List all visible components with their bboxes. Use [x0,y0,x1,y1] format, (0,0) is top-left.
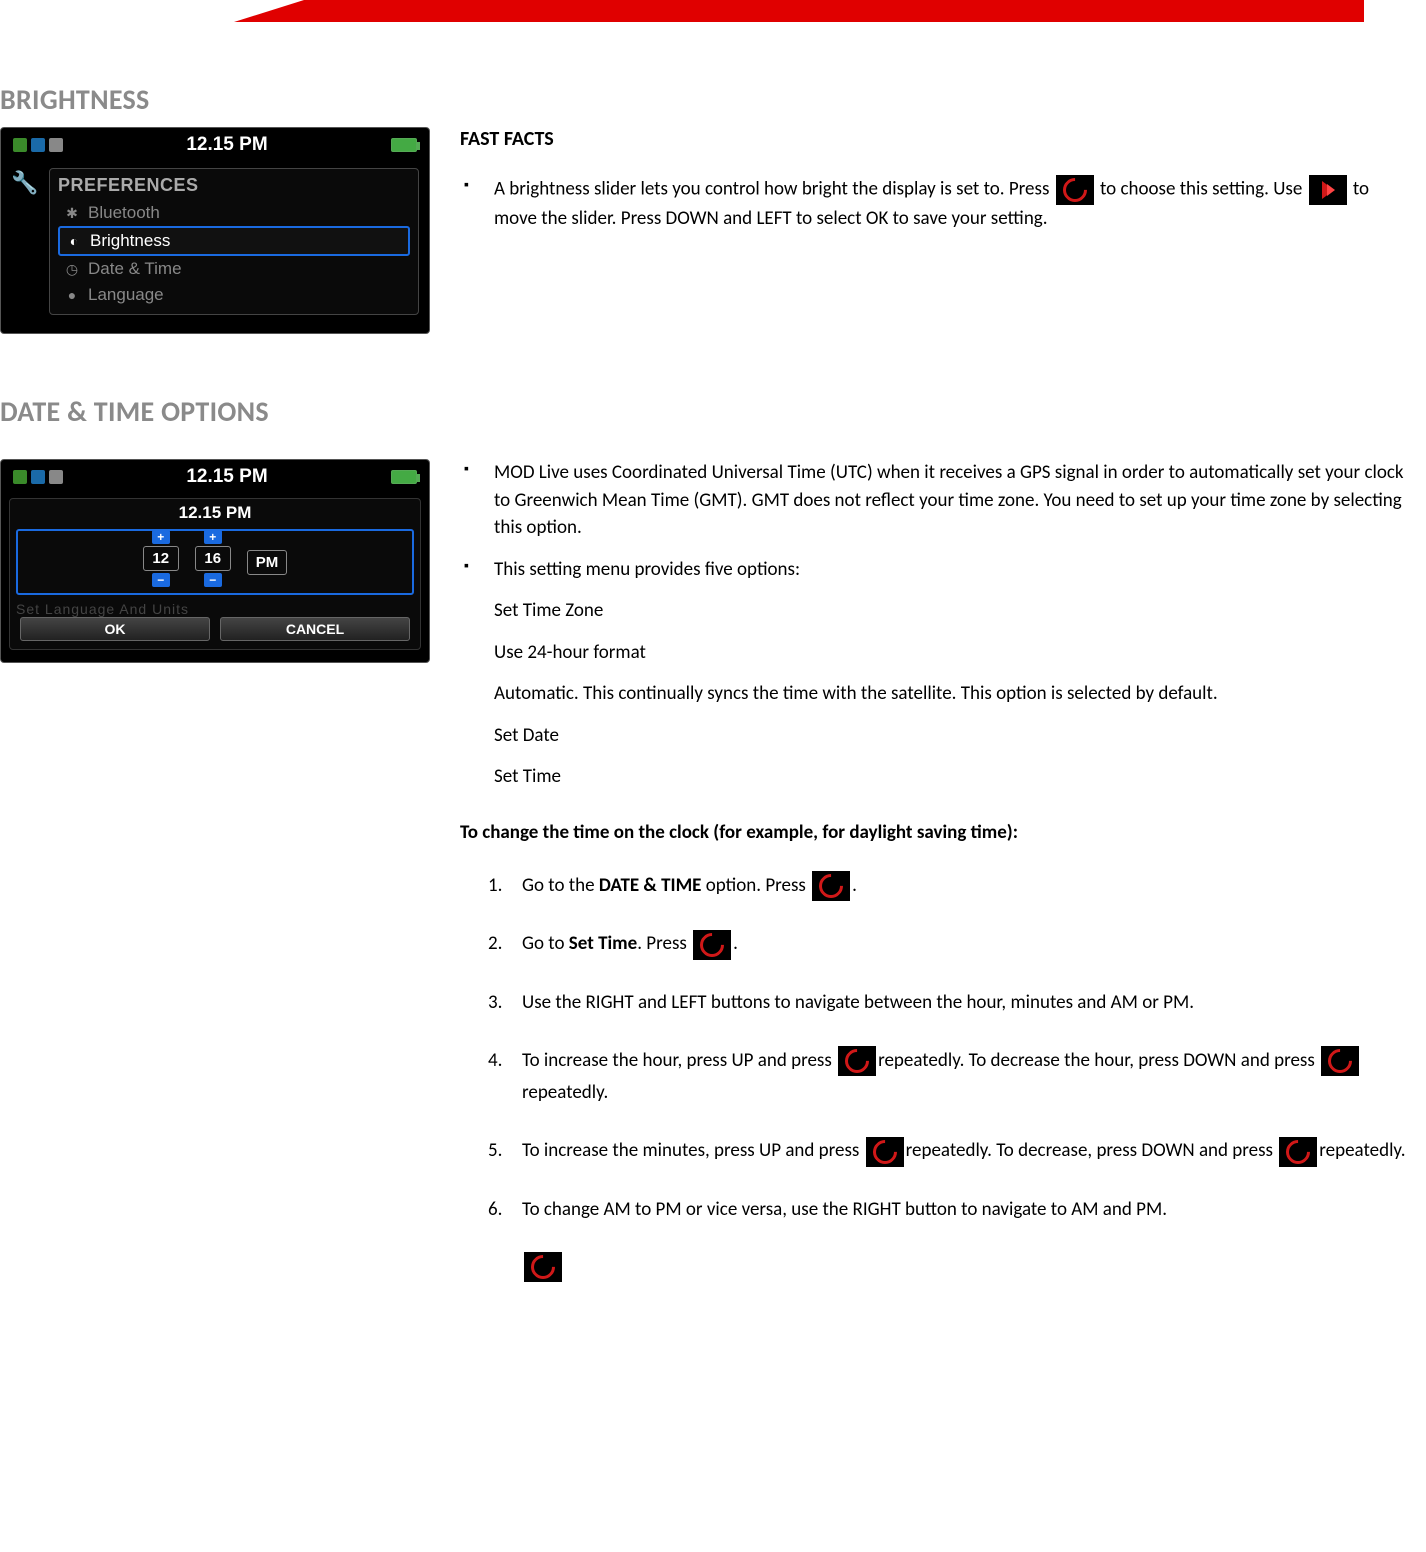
red-header-bar [304,0,1364,22]
fast-facts-heading: FAST FACTS [460,127,1416,151]
change-time-heading: To change the time on the clock (for exa… [460,821,1416,844]
plus-icon: + [152,530,170,544]
select-button-icon [1279,1137,1317,1167]
brightness-row: 12.15 PM 🔧 PREFERENCES ✱Bluetooth ◐Brigh… [0,127,1426,334]
datetime-screenshot: 12.15 PM 12.15 PM + 12 − + 16 − [0,459,430,1282]
step-4: To increase the hour, press UP and press… [460,1045,1416,1110]
datetime-option: Set Date [460,722,1416,750]
datetime-bullet-2: This setting menu provides five options: [460,556,1416,584]
status-dot-icon [13,470,27,484]
cancel-button: CANCEL [220,617,410,641]
ghost-text: Set Language And Units [16,601,414,617]
status-dot-icon [13,138,27,152]
minus-icon: − [152,573,170,587]
step-1: Go to the DATE & TIME option. Press . [460,870,1416,902]
battery-icon [391,138,417,152]
chat-icon: ● [64,287,80,303]
section-brightness-title: BRIGHTNESS [0,82,1426,117]
hour-value: 12 [143,546,179,571]
step-6: To change AM to PM or vice versa, use th… [460,1194,1416,1226]
time-picker: + 12 − + 16 − PM [16,529,414,595]
pref-header: PREFERENCES [58,175,410,196]
datetime-option: Set Time [460,763,1416,791]
status-dot-icon [31,138,45,152]
minus-icon: − [204,573,222,587]
datetime-bullet-1: MOD Live uses Coordinated Universal Time… [460,459,1416,542]
status-dot-icon [49,138,63,152]
status-dot-icon [31,470,45,484]
select-button-icon [693,930,731,960]
select-button-icon [1056,175,1094,205]
device-clock: 12.15 PM [186,134,267,156]
wrench-icon: 🔧 [11,168,39,315]
step-5: To increase the minutes, press UP and pr… [460,1135,1416,1167]
right-arrow-icon [1309,175,1347,205]
step-3: Use the RIGHT and LEFT buttons to naviga… [460,987,1416,1019]
status-dot-icon [49,470,63,484]
datetime-row: 12.15 PM 12.15 PM + 12 − + 16 − [0,459,1426,1282]
select-button-icon [524,1252,562,1282]
select-button-icon [866,1137,904,1167]
select-button-icon [812,871,850,901]
pref-item-bluetooth: ✱Bluetooth [58,200,410,226]
select-button-icon [838,1046,876,1076]
plus-icon: + [204,530,222,544]
brightness-icon: ◐ [66,233,82,249]
bluetooth-icon: ✱ [64,205,80,222]
pref-item-language: ●Language [58,282,410,308]
device-clock: 12.15 PM [186,466,267,488]
inner-clock: 12.15 PM [16,503,414,523]
ampm-value: PM [247,550,288,575]
brightness-content: FAST FACTS A brightness slider lets you … [460,127,1426,334]
clock-icon: ◷ [64,261,80,278]
pref-item-brightness: ◐Brightness [58,226,410,256]
minute-value: 16 [195,546,231,571]
datetime-option: Use 24-hour format [460,639,1416,667]
brightness-fact: A brightness slider lets you control how… [460,175,1416,233]
ok-button: OK [20,617,210,641]
datetime-option: Automatic. This continually syncs the ti… [460,680,1416,708]
datetime-content: MOD Live uses Coordinated Universal Time… [460,459,1426,1282]
step-2: Go to Set Time. Press . [460,928,1416,960]
brightness-screenshot: 12.15 PM 🔧 PREFERENCES ✱Bluetooth ◐Brigh… [0,127,430,334]
pref-item-datetime: ◷Date & Time [58,256,410,282]
datetime-option: Set Time Zone [460,597,1416,625]
battery-icon [391,470,417,484]
select-button-icon [1321,1046,1359,1076]
section-datetime-title: DATE & TIME OPTIONS [0,394,1426,429]
